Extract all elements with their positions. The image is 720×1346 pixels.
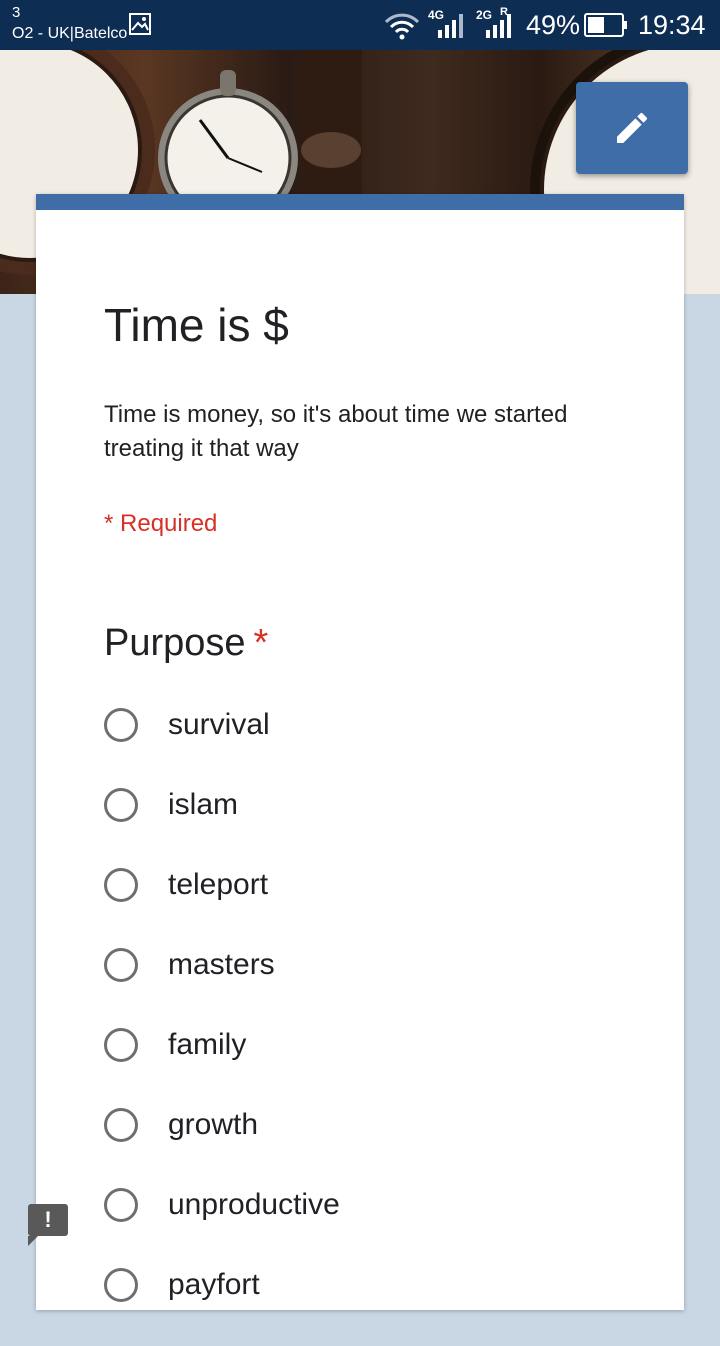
edit-button[interactable] [576, 82, 688, 174]
radio-button[interactable] [104, 1108, 138, 1142]
signal-icon-2 [486, 14, 511, 38]
signal-icon-1 [438, 14, 463, 38]
required-asterisk: * [253, 622, 269, 664]
radio-option[interactable]: family [104, 1026, 664, 1106]
radio-option[interactable]: teleport [104, 866, 664, 946]
clock: 19:34 [638, 10, 706, 40]
radio-button[interactable] [104, 788, 138, 822]
radio-option[interactable]: growth [104, 1106, 664, 1186]
radio-button[interactable] [104, 1268, 138, 1302]
notification-count: 3 [12, 4, 21, 21]
question-title: Purpose * [104, 622, 268, 665]
required-note: * Required [104, 510, 218, 537]
form-title: Time is $ [104, 299, 289, 351]
radio-button[interactable] [104, 868, 138, 902]
feedback-button[interactable]: ! [28, 1204, 68, 1246]
radio-label[interactable]: survival [168, 706, 270, 744]
radio-label[interactable]: family [168, 1026, 246, 1064]
radio-label[interactable]: teleport [168, 866, 268, 904]
status-bar: 3 O2 - UK|Batelco 4G 2G R 49% 19:34 [0, 0, 720, 50]
radio-label[interactable]: masters [168, 946, 275, 984]
radio-option[interactable]: unproductive [104, 1186, 664, 1266]
form-card: Time is $ Time is money, so it's about t… [36, 194, 684, 1310]
wifi-icon [384, 13, 420, 40]
radio-button[interactable] [104, 948, 138, 982]
radio-label[interactable]: growth [168, 1106, 258, 1144]
battery-icon [584, 13, 627, 37]
radio-button[interactable] [104, 708, 138, 742]
radio-label[interactable]: payfort [168, 1266, 260, 1304]
pencil-icon [617, 112, 648, 143]
radio-button[interactable] [104, 1188, 138, 1222]
radio-option[interactable]: payfort [104, 1266, 664, 1346]
radio-option[interactable]: islam [104, 786, 664, 866]
radio-button[interactable] [104, 1028, 138, 1062]
form-description: Time is money, so it's about time we sta… [104, 401, 568, 462]
image-notification-icon [129, 13, 151, 35]
radio-group: survival islam teleport masters family g… [104, 706, 664, 1346]
question-title-text: Purpose [104, 622, 246, 664]
radio-label[interactable]: islam [168, 786, 238, 824]
carrier-label: O2 - UK|Batelco [12, 25, 128, 42]
radio-option[interactable]: masters [104, 946, 664, 1026]
battery-percent: 49% [526, 10, 581, 40]
radio-option[interactable]: survival [104, 706, 664, 786]
radio-label[interactable]: unproductive [168, 1186, 340, 1224]
